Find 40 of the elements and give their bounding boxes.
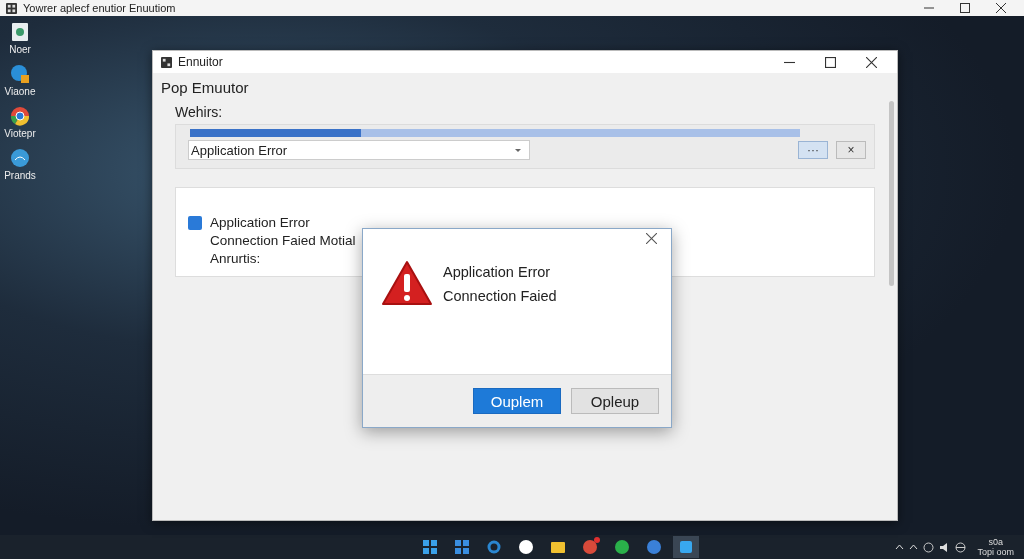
- close-icon[interactable]: [996, 3, 1006, 13]
- desktop-icon[interactable]: Noer: [2, 22, 38, 55]
- desktop-icon[interactable]: Prands: [2, 148, 38, 181]
- app-icon[interactable]: [549, 539, 566, 555]
- dialog-message: Application Error: [443, 263, 552, 282]
- field-label: Wehirs:: [175, 104, 224, 120]
- document-icon: [11, 22, 29, 42]
- dialog-button[interactable]: Ouplem: [473, 388, 561, 414]
- clock[interactable]: s0a Topi oom: [977, 537, 1014, 557]
- warning-icon: [381, 260, 433, 306]
- message-title: Application Error: [210, 214, 311, 232]
- info-icon: [188, 216, 202, 230]
- scrollbar[interactable]: [889, 101, 894, 286]
- app-icon[interactable]: [421, 539, 438, 555]
- toolbar-button[interactable]: ···: [798, 141, 828, 159]
- browser-icon: [10, 106, 30, 126]
- dropdown[interactable]: Application Error: [188, 140, 530, 160]
- message-text: Anrurtis:: [210, 250, 262, 268]
- screen-title: Yowrer aplecf enutior Enuutiom: [23, 2, 176, 14]
- caret-icon: [515, 148, 521, 152]
- taskbar-button[interactable]: [672, 536, 699, 558]
- close-icon[interactable]: [866, 56, 877, 68]
- app-icon[interactable]: [517, 539, 534, 555]
- dialog-message: Connection Faied: [443, 287, 557, 306]
- toolbar-button[interactable]: ×: [836, 141, 866, 159]
- window-heading: Pop Emuutor: [161, 79, 250, 96]
- close-icon[interactable]: [646, 233, 657, 244]
- app-icon: [6, 2, 17, 14]
- message-text: Connection Faied Motial: [210, 232, 356, 250]
- window-title: Ennuitor: [178, 55, 223, 69]
- desktop-icon[interactable]: Viotepr: [2, 106, 38, 139]
- maximize-icon[interactable]: [960, 3, 970, 13]
- app-icon: [161, 56, 172, 68]
- app-icon[interactable]: [613, 539, 630, 555]
- globe-icon[interactable]: [955, 541, 967, 553]
- browser-icon: [10, 64, 30, 84]
- desktop-icon[interactable]: Viaone: [2, 64, 38, 97]
- globe-icon: [10, 148, 30, 168]
- dialog-button[interactable]: Opleup: [571, 388, 659, 414]
- maximize-icon[interactable]: [825, 56, 836, 68]
